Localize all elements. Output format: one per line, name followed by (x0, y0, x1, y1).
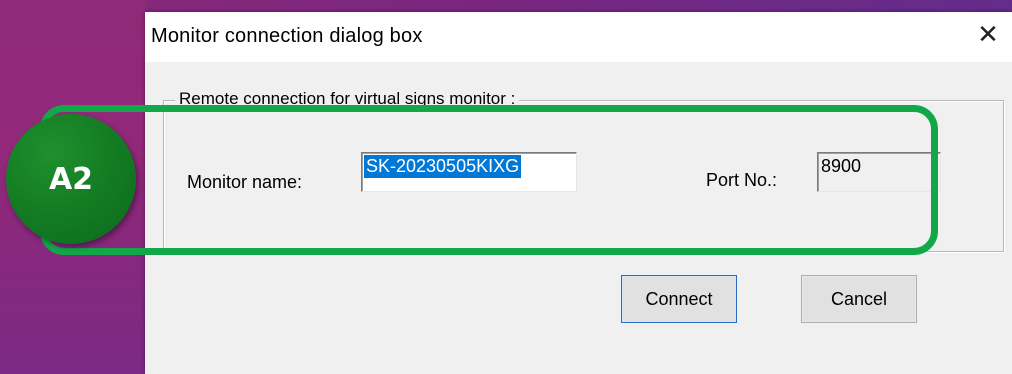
title-bar: Monitor connection dialog box ✕ (145, 12, 1012, 62)
cancel-button[interactable]: Cancel (801, 275, 917, 323)
annotation-highlight (40, 105, 938, 255)
close-button[interactable]: ✕ (964, 12, 1012, 58)
annotation-badge: A2 (6, 114, 136, 244)
connect-button[interactable]: Connect (621, 275, 737, 323)
dialog-title: Monitor connection dialog box (151, 25, 423, 47)
close-icon: ✕ (977, 20, 999, 50)
badge-label: A2 (48, 161, 94, 197)
